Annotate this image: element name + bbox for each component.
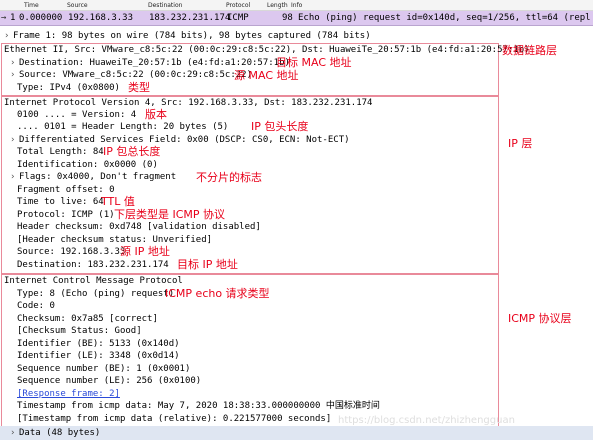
packet-time: 0.000000 xyxy=(19,13,63,23)
annotation-ip-layer: IP 层 xyxy=(508,137,533,150)
packet-destination: 183.232.231.174 xyxy=(149,13,231,23)
annotation-ttl: TTL 值 xyxy=(101,195,135,208)
request-arrow-icon: → xyxy=(1,13,7,23)
annotation-icmp-type: ICMP echo 请求类型 xyxy=(165,287,270,300)
icmp-type[interactable]: Type: 8 (Echo (ping) request) xyxy=(17,288,174,300)
icmp-data[interactable]: › Data (48 bytes) xyxy=(10,427,100,439)
ip-total-length[interactable]: Total Length: 84 xyxy=(17,146,104,158)
ip-flags[interactable]: › Flags: 0x4000, Don't fragment xyxy=(10,171,176,183)
ip-dsfield[interactable]: › Differentiated Services Field: 0x00 (DS… xyxy=(10,134,350,146)
chevron-right-icon: › xyxy=(10,70,16,80)
ip-version[interactable]: 0100 .... = Version: 4 xyxy=(17,109,136,121)
ip-checksum[interactable]: Header checksum: 0xd748 [validation disa… xyxy=(17,221,261,233)
icmp-checksum[interactable]: Checksum: 0x7a85 [correct] xyxy=(17,313,158,325)
chevron-right-icon: › xyxy=(10,172,16,182)
packet-length: 98 xyxy=(282,13,293,23)
annotation-src-mac: 源 MAC 地址 xyxy=(234,69,299,82)
annotation-ip-hdr-len: IP 包头长度 xyxy=(251,120,309,133)
icmp-timestamp-rel[interactable]: [Timestamp from icmp data (relative): 0.… xyxy=(17,413,331,425)
ip-frag-offset[interactable]: Fragment offset: 0 xyxy=(17,184,115,196)
packet-source: 192.168.3.33 xyxy=(68,13,134,23)
icmp-timestamp[interactable]: Timestamp from icmp data: May 7, 2020 18… xyxy=(17,400,380,412)
frame-summary[interactable]: › Frame 1: 98 bytes on wire (784 bits), 9… xyxy=(4,30,371,42)
col-source[interactable]: Source xyxy=(67,2,88,9)
ip-checksum-status[interactable]: [Header checksum status: Unverified] xyxy=(17,234,212,246)
packet-no: 1 xyxy=(10,13,16,23)
annotation-upper: 下层类型是 ICMP 协议 xyxy=(114,208,226,221)
annotation-type: 类型 xyxy=(128,81,150,94)
col-protocol[interactable]: Protocol xyxy=(226,2,250,9)
ip-header[interactable]: Internet Protocol Version 4, Src: 192.16… xyxy=(4,97,372,109)
col-info[interactable]: Info xyxy=(291,2,302,9)
eth-source[interactable]: › Source: VMware_c8:5c:22 (00:0c:29:c8:5c… xyxy=(10,69,252,81)
icmp-header[interactable]: Internet Control Message Protocol xyxy=(4,275,183,287)
ip-header-length[interactable]: .... 0101 = Header Length: 20 bytes (5) xyxy=(17,121,228,133)
chevron-right-icon: › xyxy=(10,58,16,68)
annotation-src-ip: 源 IP 地址 xyxy=(120,245,170,258)
ip-source[interactable]: Source: 192.168.3.33 xyxy=(17,246,125,258)
watermark: https://blog.csdn.net/zhizhengguan xyxy=(338,415,515,426)
eth-destination[interactable]: › Destination: HuaweiTe_20:57:1b (e4:fd:a… xyxy=(10,57,290,69)
annotation-dst-mac: 目标 MAC 地址 xyxy=(276,56,352,69)
eth-type[interactable]: Type: IPv4 (0x0800) xyxy=(17,82,120,94)
ip-destination[interactable]: Destination: 183.232.231.174 xyxy=(17,259,169,271)
packet-protocol: ICMP xyxy=(227,13,249,23)
icmp-id-be[interactable]: Identifier (BE): 5133 (0x140d) xyxy=(17,338,180,350)
packet-info: Echo (ping) request id=0x140d, seq=1/256… xyxy=(298,13,591,23)
icmp-code[interactable]: Code: 0 xyxy=(17,300,55,312)
icmp-checksum-status[interactable]: [Checksum Status: Good] xyxy=(17,325,142,337)
icmp-seq-be[interactable]: Sequence number (BE): 1 (0x0001) xyxy=(17,363,190,375)
annotation-no-frag: 不分片的标志 xyxy=(196,171,262,184)
icmp-response-link[interactable]: [Response frame: 2] xyxy=(17,388,120,400)
ip-ttl[interactable]: Time to live: 64 xyxy=(17,196,104,208)
chevron-right-icon: › xyxy=(10,428,16,438)
collapsed-icon: › xyxy=(4,31,10,41)
ip-identification[interactable]: Identification: 0x0000 (0) xyxy=(17,159,158,171)
chevron-right-icon: › xyxy=(10,135,16,145)
icmp-id-le[interactable]: Identifier (LE): 3348 (0x0d14) xyxy=(17,350,180,362)
annotation-datalink: 数据链路层 xyxy=(502,44,557,57)
col-length[interactable]: Length xyxy=(267,2,288,9)
ethernet-header[interactable]: Ethernet II, Src: VMware_c8:5c:22 (00:0c… xyxy=(4,44,530,56)
col-destination[interactable]: Destination xyxy=(148,2,182,9)
annotation-version: 版本 xyxy=(145,108,167,121)
packet-list-header: Time Source Destination Protocol Length … xyxy=(0,0,593,11)
packet-row-selected[interactable]: → 1 0.000000 192.168.3.33 183.232.231.17… xyxy=(0,11,593,26)
annotation-icmp-layer: ICMP 协议层 xyxy=(508,312,572,325)
col-time[interactable]: Time xyxy=(24,2,39,9)
icmp-seq-le[interactable]: Sequence number (LE): 256 (0x0100) xyxy=(17,375,201,387)
annotation-ip-total-len: IP 包总长度 xyxy=(103,145,161,158)
annotation-dst-ip: 目标 IP 地址 xyxy=(177,258,238,271)
ip-protocol[interactable]: Protocol: ICMP (1) xyxy=(17,209,115,221)
